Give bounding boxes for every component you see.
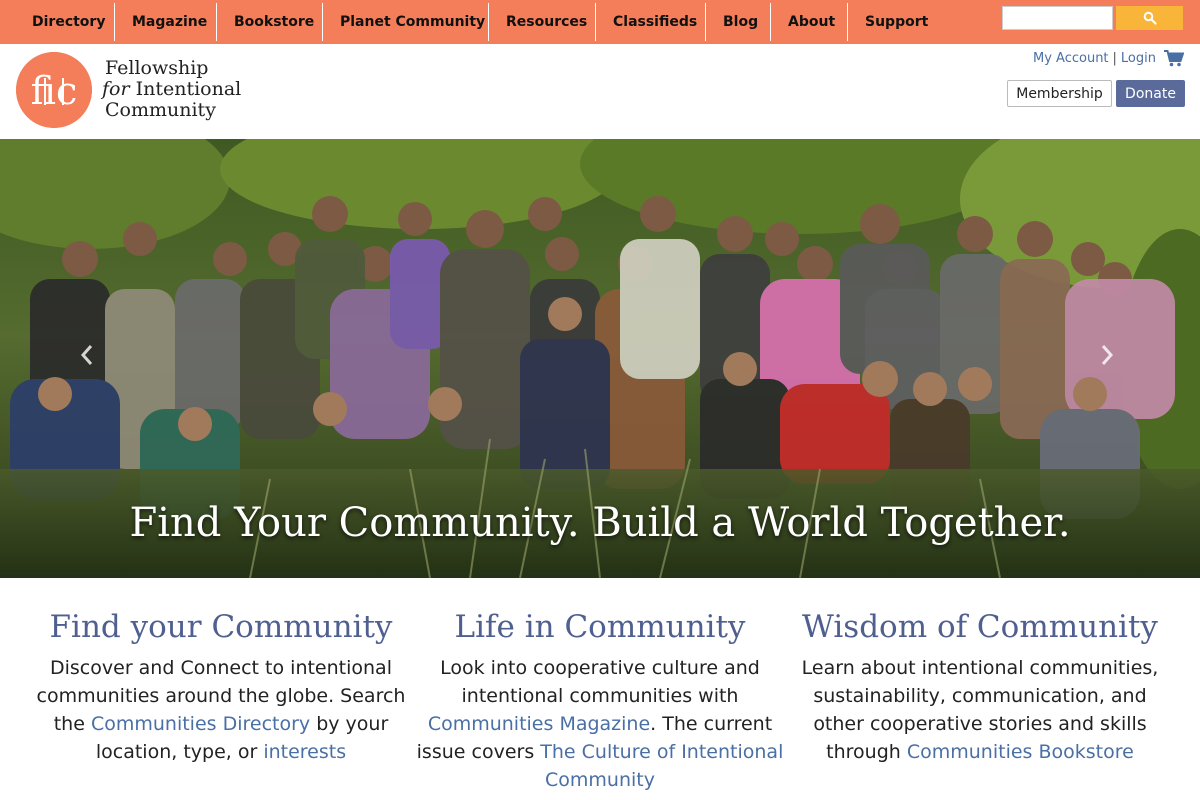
account-links: My Account | Login <box>1033 50 1184 67</box>
current-issue-link[interactable]: The Culture of Intentional Community <box>540 741 783 791</box>
column-text-wisdom: Learn about intentional communities, sus… <box>790 654 1170 766</box>
nav-item-magazine[interactable]: Magazine <box>115 3 217 41</box>
nav-item-support[interactable]: Support <box>848 3 948 41</box>
fic-logo-mark[interactable]: fic <box>16 52 92 128</box>
interests-link[interactable]: interests <box>263 741 346 763</box>
column-title-wisdom: Wisdom of Community <box>802 609 1158 645</box>
search-button[interactable] <box>1116 6 1183 30</box>
top-navigation-bar: Directory Magazine Bookstore Planet Comm… <box>0 0 1200 44</box>
login-link[interactable]: Login <box>1121 51 1156 66</box>
donate-button[interactable]: Donate <box>1116 80 1185 107</box>
fic-logo-wordmark[interactable]: Fellowship for Intentional Community <box>102 58 241 121</box>
chevron-right-icon <box>1101 345 1114 365</box>
logo-line-2: for Intentional <box>102 79 241 100</box>
fic-logo-icon: fic <box>16 52 92 128</box>
nav-item-blog[interactable]: Blog <box>706 3 771 41</box>
nav-item-resources[interactable]: Resources <box>489 3 596 41</box>
logo-line-1: Fellowship <box>105 57 209 79</box>
chevron-left-icon <box>80 345 93 365</box>
column-wisdom-of-community: Wisdom of Community Learn about intentio… <box>790 604 1170 766</box>
communities-magazine-link[interactable]: Communities Magazine <box>428 713 650 735</box>
account-separator: | <box>1112 51 1117 66</box>
nav-item-about[interactable]: About <box>771 3 848 41</box>
nav-item-planet-community[interactable]: Planet Community <box>323 3 489 41</box>
my-account-link[interactable]: My Account <box>1033 51 1109 66</box>
nav-item-bookstore[interactable]: Bookstore <box>217 3 323 41</box>
column-find-community: Find your Community Discover and Connect… <box>31 604 411 766</box>
membership-button[interactable]: Membership <box>1007 80 1112 107</box>
communities-directory-link[interactable]: Communities Directory <box>91 713 310 735</box>
nav-item-directory[interactable]: Directory <box>15 3 115 41</box>
column-life-in-community: Life in Community Look into cooperative … <box>410 604 790 794</box>
hero-caption: Find Your Community. Build a World Toget… <box>129 500 1071 546</box>
nav-item-classifieds[interactable]: Classifieds <box>596 3 706 41</box>
carousel-prev-button[interactable] <box>74 343 100 373</box>
column-text-find: Discover and Connect to intentional comm… <box>31 654 411 766</box>
column-title-find: Find your Community <box>49 609 393 645</box>
carousel-next-button[interactable] <box>1094 343 1120 373</box>
site-header: fic Fellowship for Intentional Community… <box>0 44 1200 140</box>
logo-line-3: Community <box>105 99 216 121</box>
column-title-life: Life in Community <box>454 609 746 645</box>
search-icon <box>1143 11 1157 25</box>
logo-intentional: Intentional <box>129 78 242 100</box>
life-text-a: Look into cooperative culture and intent… <box>440 657 760 707</box>
shopping-cart-icon[interactable] <box>1164 50 1184 67</box>
communities-bookstore-link[interactable]: Communities Bookstore <box>907 741 1134 763</box>
logo-for: for <box>102 78 130 100</box>
search-input[interactable] <box>1002 6 1113 30</box>
column-text-life: Look into cooperative culture and intent… <box>410 654 790 794</box>
svg-text:fic: fic <box>31 69 78 113</box>
